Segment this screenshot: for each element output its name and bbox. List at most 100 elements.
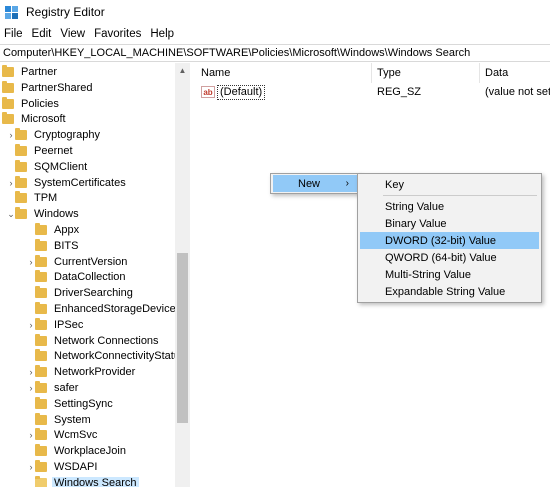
menu-help[interactable]: Help xyxy=(146,28,179,40)
tree-item-enhancedstoragedevices[interactable]: EnhancedStorageDevices xyxy=(27,301,183,317)
expand-chevron-icon[interactable]: › xyxy=(27,459,35,475)
folder-icon xyxy=(35,475,47,487)
menu-view[interactable]: View xyxy=(56,28,90,40)
tree-item-ipsec[interactable]: › IPSec xyxy=(27,317,85,333)
expand-chevron-icon[interactable]: › xyxy=(27,427,35,443)
column-header-name[interactable]: Name xyxy=(196,63,372,83)
tree-item-label: PartnerShared xyxy=(21,81,93,94)
column-header-data[interactable]: Data xyxy=(480,63,550,83)
tree-item-driversearching[interactable]: DriverSearching xyxy=(27,285,135,301)
tree-item-networkprovider[interactable]: › NetworkProvider xyxy=(27,364,137,380)
tree-item-label: safer xyxy=(54,382,79,394)
expand-chevron-icon[interactable]: › xyxy=(7,175,15,191)
expand-chevron-icon[interactable]: › xyxy=(27,364,35,380)
registry-editor-icon xyxy=(5,5,18,19)
tree-item-system[interactable]: System xyxy=(27,412,93,428)
column-header-type[interactable]: Type xyxy=(372,63,480,83)
menu-file[interactable]: File xyxy=(0,28,28,40)
tree-item-partner[interactable]: Partner xyxy=(0,64,59,80)
tree-item-sqmclient[interactable]: SQMClient xyxy=(7,159,89,175)
value-data: (value not set) xyxy=(485,86,550,98)
tree-item-windows[interactable]: ⌄ Windows xyxy=(7,206,81,222)
folder-icon xyxy=(35,286,47,299)
tree-item-windows-search[interactable]: Windows Search xyxy=(27,475,139,487)
submenu-item-key[interactable]: Key xyxy=(360,176,539,193)
expand-chevron-icon[interactable]: › xyxy=(27,317,35,333)
folder-icon xyxy=(35,444,47,457)
tree-scrollbar[interactable]: ▲ xyxy=(175,63,190,487)
folder-icon xyxy=(2,112,14,125)
tree-item-label: Cryptography xyxy=(34,129,101,142)
tree-item-workplacejoin[interactable]: WorkplaceJoin xyxy=(27,443,128,459)
menu-edit[interactable]: Edit xyxy=(28,28,57,40)
tree-item-settingsync[interactable]: SettingSync xyxy=(27,396,115,412)
tree-item-safer[interactable]: › safer xyxy=(27,380,80,396)
submenu-item-expandable-string-value[interactable]: Expandable String Value xyxy=(360,283,539,300)
tree-item-wcmsvc[interactable]: › WcmSvc xyxy=(27,427,99,443)
folder-icon xyxy=(15,191,27,204)
menu-favorites[interactable]: Favorites xyxy=(90,28,146,40)
value-type: REG_SZ xyxy=(377,86,422,98)
scroll-up-arrow-icon[interactable]: ▲ xyxy=(175,63,190,78)
tree-item-microsoft[interactable]: ⌄Microsoft xyxy=(0,111,68,127)
scrollbar-thumb[interactable] xyxy=(177,253,188,423)
submenu-item-multi-string-value[interactable]: Multi-String Value xyxy=(360,266,539,283)
folder-icon xyxy=(35,223,47,235)
folder-icon xyxy=(35,460,47,472)
folder-icon xyxy=(35,238,47,251)
tree-item-label: System xyxy=(54,413,91,426)
submenu-item-binary-value[interactable]: Binary Value xyxy=(360,215,539,232)
tree-item-policies[interactable]: Policies xyxy=(0,96,61,112)
tree-item-peernet[interactable]: Peernet xyxy=(7,143,75,159)
tree-item-label: Microsoft xyxy=(21,113,66,126)
tree-item-appx[interactable]: Appx xyxy=(27,222,81,238)
tree-item-datacollection[interactable]: DataCollection xyxy=(27,269,128,285)
tree-item-label: Policies xyxy=(21,97,59,110)
value-name: (Default) xyxy=(217,84,266,100)
tree-item-systemcertificates[interactable]: › SystemCertificates xyxy=(7,175,128,191)
submenu-item-dword-32-bit-value[interactable]: DWORD (32-bit) Value xyxy=(360,232,539,249)
list-header: Name Type Data xyxy=(196,63,550,83)
tree-item-label: CurrentVersion xyxy=(54,255,128,268)
new-menu-item[interactable]: New › xyxy=(273,175,357,192)
tree-item-partnershared[interactable]: PartnerShared xyxy=(0,80,95,96)
tree-item-cryptography[interactable]: › Cryptography xyxy=(7,127,102,143)
tree-item-wsdapi[interactable]: › WSDAPI xyxy=(27,459,99,475)
tree-item-network-connections[interactable]: Network Connections xyxy=(27,333,161,349)
tree-item-label: IPSec xyxy=(54,318,84,331)
address-bar[interactable]: Computer\HKEY_LOCAL_MACHINE\SOFTWARE\Pol… xyxy=(0,44,550,62)
window-title: Registry Editor xyxy=(26,5,105,19)
tree-item-networkconnectivitystatu[interactable]: NetworkConnectivityStatu xyxy=(27,348,182,364)
expand-chevron-icon[interactable]: › xyxy=(27,254,35,270)
collapse-chevron-icon[interactable]: ⌄ xyxy=(7,206,15,222)
tree-item-label: Windows xyxy=(34,208,79,221)
tree-item-label: Peernet xyxy=(34,145,73,157)
tree-item-label: TPM xyxy=(34,192,58,205)
tree-item-label: NetworkProvider xyxy=(54,366,136,379)
folder-icon xyxy=(15,207,27,220)
expand-chevron-icon[interactable]: › xyxy=(27,380,35,396)
submenu-item-string-value[interactable]: String Value xyxy=(360,198,539,215)
folder-icon xyxy=(2,96,14,109)
folder-icon xyxy=(2,80,14,93)
folder-icon xyxy=(35,428,47,441)
address-path: Computer\HKEY_LOCAL_MACHINE\SOFTWARE\Pol… xyxy=(3,47,471,59)
folder-icon xyxy=(15,128,27,141)
submenu-item-qword-64-bit-value[interactable]: QWORD (64-bit) Value xyxy=(360,249,539,266)
tree-item-currentversion[interactable]: › CurrentVersion xyxy=(27,254,129,270)
tree-item-tpm[interactable]: TPM xyxy=(7,190,59,206)
tree-item-label: WorkplaceJoin xyxy=(54,445,126,458)
value-row[interactable]: ab (Default) REG_SZ (value not set) xyxy=(196,84,550,100)
tree-item-bits[interactable]: BITS xyxy=(27,238,80,254)
context-menu: New › xyxy=(270,173,360,194)
expand-chevron-icon[interactable]: › xyxy=(7,127,15,143)
